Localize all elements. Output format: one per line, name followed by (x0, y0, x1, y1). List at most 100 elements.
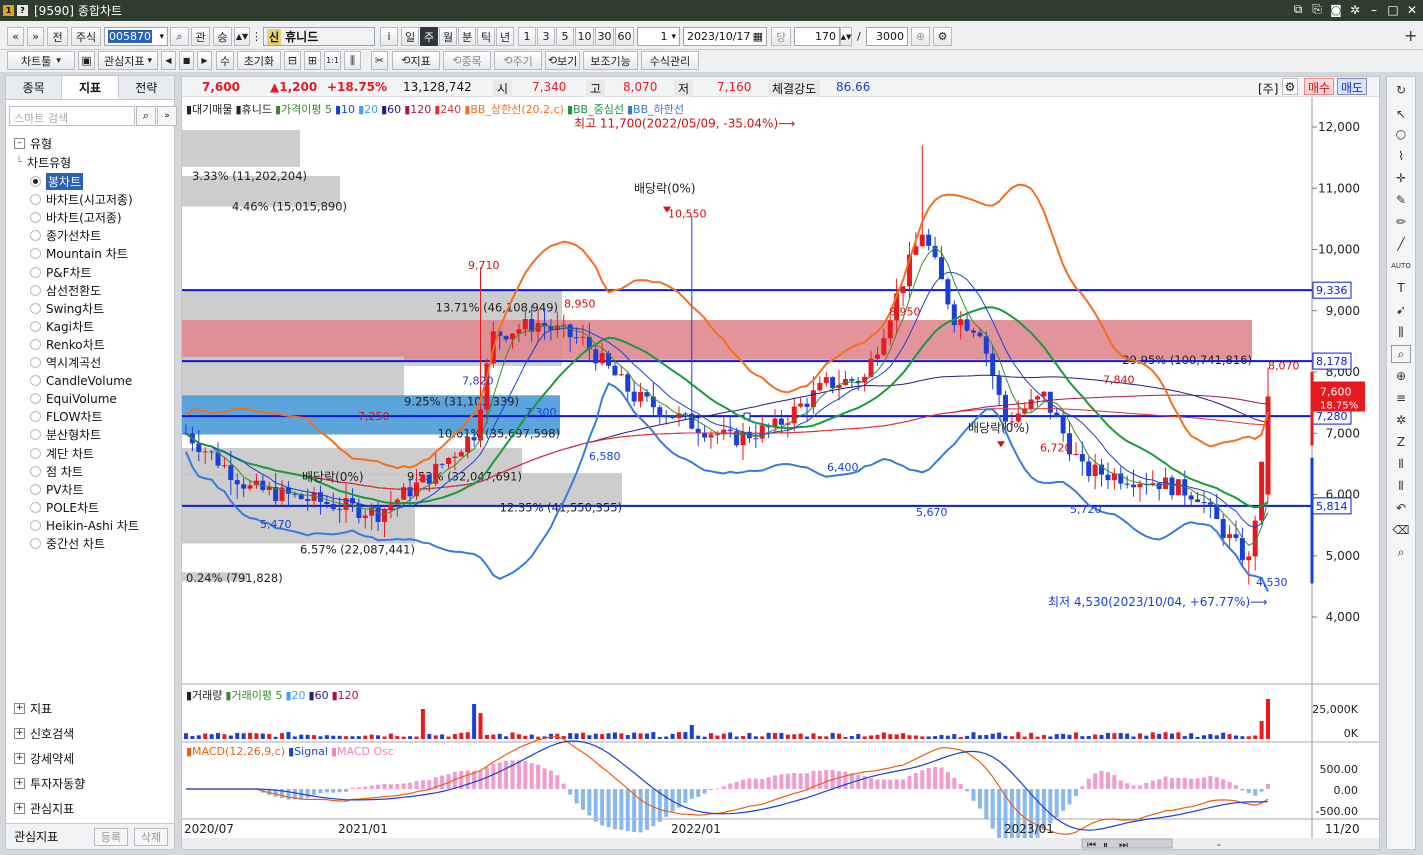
help-icon[interactable]: ? (17, 5, 28, 16)
period-day-button[interactable]: 일 (401, 27, 419, 46)
screen-add-icon[interactable]: ⧉ (1291, 2, 1305, 17)
bars2-icon[interactable]: ⦀ (1391, 477, 1411, 495)
radio-icon[interactable] (30, 212, 41, 224)
interest-indicator-select[interactable]: 관심지표 ▾ (98, 51, 158, 70)
stock-code-input[interactable]: 005870 ▾ (104, 27, 168, 46)
radio-icon[interactable] (30, 483, 41, 495)
radio-icon[interactable] (30, 338, 41, 350)
count-spin-icon[interactable]: ▲▼ (840, 27, 852, 46)
search-tool-icon[interactable]: ⌕ (1391, 543, 1411, 561)
radio-icon[interactable] (30, 501, 41, 513)
add-screen-icon[interactable]: + (1404, 28, 1418, 44)
zoom-plus-icon[interactable]: ⊕ (911, 27, 930, 46)
chart-type-item[interactable]: 바차트(고저종) (30, 209, 122, 226)
group-investor[interactable]: + 투자자동향 (6, 773, 174, 793)
radio-icon[interactable] (30, 284, 41, 296)
interval-5-button[interactable]: 5 (556, 27, 574, 46)
expand-icon[interactable]: » (157, 106, 177, 126)
period-month-button[interactable]: 월 (439, 27, 457, 46)
spin-icon[interactable]: ▲▼ (234, 27, 250, 46)
nav-right-icon[interactable]: ▶ (197, 51, 212, 70)
reset-button[interactable]: 초기화 (237, 51, 281, 70)
next-stock-button[interactable]: » (27, 27, 44, 46)
formula-button[interactable]: 수식관리 (641, 51, 699, 70)
chart-type-item[interactable]: 계단 차트 (30, 445, 94, 462)
pencil-icon[interactable]: ✏ (1391, 213, 1411, 231)
date-input[interactable]: 2023/10/17 ▦ (683, 27, 767, 46)
nav-stop-icon[interactable]: ■ (179, 51, 194, 70)
stock-info-button[interactable]: i (380, 27, 398, 46)
indicator-button[interactable]: ⟲ 지표 (392, 51, 440, 70)
subgroup-chart-type[interactable]: └ 차트유형 (6, 154, 174, 171)
delete-button[interactable]: 삭제 (134, 828, 168, 846)
whole-button[interactable]: 전 (47, 27, 68, 46)
chart-type-item[interactable]: Mountain 차트 (30, 245, 128, 262)
su-button[interactable]: 수 (216, 51, 234, 70)
radio-icon[interactable] (30, 266, 41, 278)
chart-line-icon[interactable]: ⌇ (1391, 147, 1411, 165)
tab-strategy[interactable]: 전략 (118, 76, 174, 99)
save-icon[interactable]: ▣ (78, 51, 95, 70)
radio-icon[interactable] (30, 194, 41, 206)
fan-icon[interactable]: ✲ (1391, 411, 1411, 429)
window-icon[interactable]: ⊟ (284, 51, 301, 70)
chart-tool-select[interactable]: 차트툴 ▾ (7, 51, 75, 70)
sell-button[interactable]: 매도 (1337, 78, 1368, 95)
bars-icon[interactable]: ⦀ (1391, 455, 1411, 473)
interval-30-button[interactable]: 30 (595, 27, 614, 46)
interval-input[interactable]: 1 ▾ (637, 27, 680, 46)
count-input[interactable]: 170 (794, 27, 840, 46)
interval-60-button[interactable]: 60 (615, 27, 634, 46)
period-week-button[interactable]: 주 (420, 27, 438, 46)
settings-icon[interactable]: ✲ (1348, 2, 1362, 17)
search-icon[interactable]: ⌕ (136, 106, 156, 126)
interval-3-button[interactable]: 3 (537, 27, 555, 46)
chart-type-item[interactable]: PV차트 (30, 481, 84, 498)
one-to-one-icon[interactable]: 1:1 (324, 51, 341, 70)
scissors-icon[interactable]: ✂ (371, 51, 388, 70)
radio-icon[interactable] (30, 429, 41, 441)
radio-icon[interactable] (30, 519, 41, 531)
radio-icon[interactable] (30, 302, 41, 314)
group-type[interactable]: – 유형 (6, 134, 174, 152)
interest-button[interactable]: 관 (191, 27, 210, 46)
item-button[interactable]: ⟲ 종목 (443, 51, 491, 70)
group-indicator[interactable]: + 지표 (6, 698, 174, 718)
chart-type-item[interactable]: 역시계곡선 (30, 354, 101, 371)
close-icon[interactable]: ✕ (1405, 2, 1419, 17)
smart-search-input[interactable]: 스마트 검색 (9, 106, 135, 126)
period-tick-button[interactable]: 틱 (477, 27, 495, 46)
period-year-button[interactable]: 년 (496, 27, 514, 46)
cycle-button[interactable]: ⟲ 주기 (494, 51, 542, 70)
group-signal-search[interactable]: + 신호검색 (6, 723, 174, 743)
radio-icon[interactable] (30, 320, 41, 332)
auto-icon[interactable]: AUTO (1391, 257, 1411, 275)
candle-tool-icon[interactable]: ⫼ (1391, 323, 1411, 341)
cursor-icon[interactable]: ↖ (1391, 105, 1411, 123)
radio-icon[interactable] (30, 447, 41, 459)
interval-10-button[interactable]: 10 (575, 27, 594, 46)
view-button[interactable]: ⟲ 보기 (545, 51, 580, 70)
chart-type-item[interactable]: Swing차트 (30, 300, 104, 317)
chart-type-item[interactable]: 봉차트 (30, 173, 84, 190)
chart-type-item[interactable]: 종가선차트 (30, 227, 101, 244)
text-icon[interactable]: T (1391, 279, 1411, 297)
register-button[interactable]: 등록 (94, 828, 128, 846)
chart-type-item[interactable]: P&F차트 (30, 264, 92, 281)
maximize-icon[interactable]: □ (1386, 2, 1400, 17)
radio-icon[interactable] (30, 411, 41, 423)
chart-type-item[interactable]: Heikin-Ashi 차트 (30, 517, 139, 534)
chart-type-item[interactable]: EquiVolume (30, 390, 117, 407)
dang-button[interactable]: 당 (771, 27, 791, 46)
fib-icon[interactable]: ≡ (1391, 389, 1411, 407)
price-chart[interactable]: 12,00011,00010,0009,0008,0007,0006,0005,… (182, 97, 1379, 849)
candle-icon[interactable]: ⫼ (344, 51, 361, 70)
buy-button[interactable]: 매수 (1304, 78, 1335, 95)
zoom-icon[interactable]: ⊕ (1391, 367, 1411, 385)
chart-type-item[interactable]: 바차트(시고저종) (30, 191, 133, 208)
chart-type-item[interactable]: 분산형차트 (30, 426, 101, 443)
radio-icon[interactable] (30, 393, 41, 405)
nav-left-icon[interactable]: ◀ (161, 51, 176, 70)
rotate-icon[interactable]: ↻ (1391, 81, 1411, 99)
circle-icon[interactable]: ○ (1391, 125, 1411, 143)
